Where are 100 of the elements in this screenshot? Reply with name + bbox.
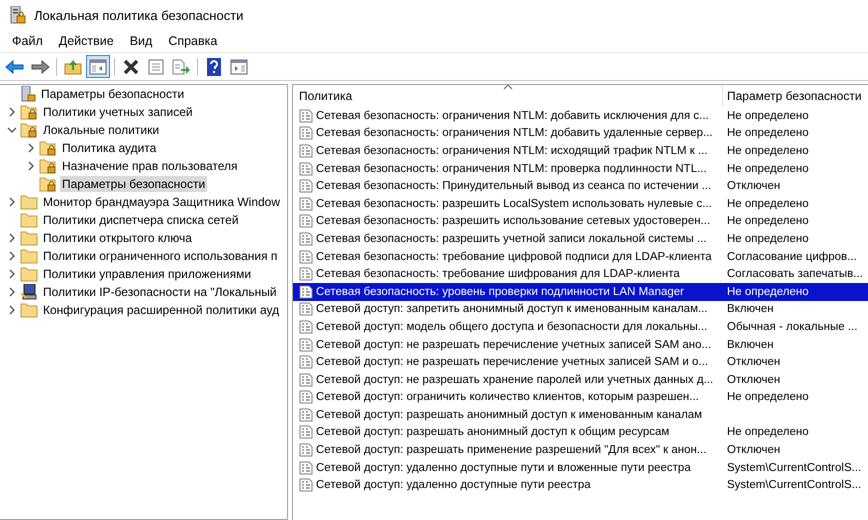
expand-chevron-icon[interactable]	[28, 161, 34, 171]
policy-icon	[299, 144, 313, 158]
menu-item[interactable]: Справка	[160, 34, 226, 48]
policy-icon	[299, 267, 313, 282]
policy-name: Сетевой доступ: не разрешать перечисление учетных записей SAM и о...	[316, 356, 708, 368]
table-row[interactable]: Сетевая безопасность: ограничения NTLM: проверка подлинности NTL... Не определено	[293, 160, 868, 178]
locked-folder-icon	[39, 176, 57, 192]
policy-setting: System\CurrentControlS...	[727, 479, 862, 492]
tree-item[interactable]: Локальные политики	[41, 122, 162, 138]
policy-name: Сетевой доступ: не разрешать перечисление учетных записей SAM ано...	[316, 338, 712, 351]
menu-item[interactable]: Файл	[4, 34, 51, 48]
tree-item[interactable]: Монитор брандмауэра Защитника Window	[41, 194, 282, 210]
policy-setting: Не определено	[727, 215, 809, 228]
locked-folder-icon	[20, 104, 38, 120]
table-row[interactable]: Сетевая безопасность: разрешить LocalSystem использовать нулевые с... Не определено	[293, 194, 868, 213]
table-row[interactable]: Сетевой доступ: не разрешать перечисление учетных записей SAM ано... Включен	[293, 336, 868, 354]
expand-chevron-icon[interactable]	[9, 251, 15, 261]
column-header[interactable]: Политика	[293, 85, 723, 107]
policy-setting: Не определено	[727, 426, 809, 438]
policy-icon	[299, 108, 313, 123]
policy-setting: Не определено	[727, 110, 809, 122]
policy-icon	[299, 460, 313, 475]
table-row[interactable]: Сетевая безопасность: Принудительный вывод из сеанса по истечении ... Отключен	[293, 177, 868, 195]
policy-setting: Не определено	[727, 162, 809, 175]
policy-name: Сетевая безопасность: требование шифрования для LDAP-клиента	[316, 268, 680, 280]
table-row[interactable]: Сетевая безопасность: ограничения NTLM: добавить исключения для с... Не определено	[293, 107, 868, 125]
expand-chevron-icon[interactable]	[9, 269, 15, 279]
expand-chevron-icon[interactable]	[9, 197, 15, 207]
table-row[interactable]: Сетевой доступ: не разрешать перечисление учетных записей SAM и о... Отключен	[293, 353, 868, 371]
tree-item[interactable]: Назначение прав пользователя	[60, 158, 240, 174]
table-row[interactable]: Сетевой доступ: ограничить количество клиентов, которым разрешен... Не определено	[293, 388, 868, 406]
policy-name: Сетевая безопасность: Принудительный вывод из сеанса по истечении ...	[316, 180, 712, 192]
tree-item[interactable]: Политики ограниченного использования п	[41, 248, 280, 264]
expand-chevron-icon[interactable]	[28, 143, 34, 153]
policy-name: Сетевая безопасность: требование цифровой подписи для LDAP-клиента	[316, 250, 712, 263]
locked-folder-icon	[20, 122, 38, 138]
table-row[interactable]: Сетевая безопасность: требование шифрования для LDAP-клиента Согласовать запечатыв...	[293, 265, 868, 283]
table-row[interactable]: Сетевой доступ: разрешать анонимный доступ к общим ресурсам Не определено	[293, 424, 868, 442]
policy-name: Сетевой доступ: не разрешать хранение паролей или учетных данных д...	[316, 374, 714, 386]
table-row[interactable]: Сетевая безопасность: ограничения NTLM: исходящий трафик NTLM к ... Не определено	[293, 142, 868, 160]
policy-icon	[299, 232, 313, 246]
table-row[interactable]: Сетевой доступ: не разрешать хранение паролей или учетных данных д... Отключен	[293, 370, 868, 388]
table-row[interactable]: Сетевой доступ: разрешать анонимный доступ к именованным каналам	[293, 406, 868, 424]
policy-icon	[299, 408, 313, 422]
policy-icon	[299, 443, 313, 458]
policy-icon	[299, 390, 313, 404]
policy-name: Сетевая безопасность: уровень проверки подлинности LAN Manager	[316, 286, 684, 298]
policy-name: Сетевой доступ: модель общего доступа и безопасности для локальны...	[316, 320, 708, 333]
policy-icon	[299, 302, 313, 316]
security-settings-icon	[20, 86, 36, 102]
policy-icon	[299, 355, 313, 370]
table-row[interactable]: Сетевой доступ: модель общего доступа и безопасности для локальны... Обычная - локальные ...	[293, 318, 868, 336]
menu-item[interactable]: Вид	[122, 34, 160, 48]
policy-icon	[299, 126, 313, 140]
tree-item[interactable]: Политики открытого ключа	[41, 230, 194, 246]
policy-setting: Отключен	[727, 356, 780, 368]
collapse-chevron-icon[interactable]	[7, 127, 17, 133]
tree-item[interactable]: Политики управления приложениями	[41, 266, 254, 282]
policy-name: Сетевой доступ: разрешать анонимный доступ к общим ресурсам	[316, 426, 670, 438]
expand-chevron-icon[interactable]	[9, 107, 15, 117]
policy-icon	[299, 320, 313, 334]
tree-item[interactable]: Конфигурация расширенной политики ауд	[41, 302, 282, 318]
policy-icon	[299, 196, 313, 211]
menu-item[interactable]: Действие	[50, 34, 122, 48]
computer-icon	[20, 284, 38, 300]
policy-setting: Не определено	[727, 198, 809, 210]
policy-icon	[299, 338, 313, 352]
tree-item[interactable]: Политики диспетчера списка сетей	[41, 212, 241, 228]
policy-name: Сетевой доступ: разрешать анонимный доступ к именованным каналам	[316, 408, 702, 421]
policy-name: Сетевая безопасность: разрешить LocalSystem использовать нулевые с...	[316, 198, 712, 210]
table-row[interactable]: Сетевой доступ: разрешать применение разрешений "Для всех" к анон... Отключен	[293, 441, 868, 459]
policy-setting: Не определено	[727, 127, 809, 140]
table-row[interactable]: Сетевая безопасность: разрешить учетной записи локальной системы ... Не определено	[293, 230, 868, 248]
table-row[interactable]: Сетевая безопасность: требование цифровой подписи для LDAP-клиента Согласование цифров...	[293, 248, 868, 266]
expand-chevron-icon[interactable]	[9, 233, 15, 243]
tree-item[interactable]: Параметры безопасности	[60, 176, 208, 192]
tree-item[interactable]: Политики IP-безопасности на "Локальный	[41, 284, 279, 300]
tree-toggle-button[interactable]	[86, 55, 110, 78]
folder-icon	[20, 212, 38, 228]
table-row[interactable]: Сетевая безопасность: разрешить использование сетевых удостоверен... Не определено	[293, 212, 868, 230]
expand-chevron-icon[interactable]	[9, 287, 15, 297]
tree-item[interactable]: Параметры безопасности	[39, 86, 186, 102]
expand-chevron-icon[interactable]	[9, 305, 15, 315]
policy-setting: Включен	[727, 303, 774, 316]
table-row[interactable]: Сетевой доступ: удаленно доступные пути и вложенные пути реестра System\CurrentControlS...	[293, 458, 868, 476]
tree-item[interactable]: Политика аудита	[60, 140, 158, 156]
table-row[interactable]: Сетевой доступ: удаленно доступные пути реестра System\CurrentControlS...	[293, 476, 868, 494]
policy-icon	[299, 284, 313, 299]
policy-name: Сетевая безопасность: разрешить использование сетевых удостоверен...	[316, 215, 710, 228]
policy-name: Сетевая безопасность: ограничения NTLM: исходящий трафик NTLM к ...	[316, 144, 708, 157]
policy-setting: Обычная - локальные ...	[727, 320, 858, 333]
tree-item[interactable]: Политики учетных записей	[41, 104, 195, 120]
policy-setting: Отключен	[727, 444, 780, 456]
policy-name: Сетевой доступ: удаленно доступные пути и вложенные пути реестра	[316, 462, 691, 474]
policy-icon	[299, 478, 313, 492]
window-title: Локальная политика безопасности	[34, 8, 244, 22]
table-row[interactable]: Сетевая безопасность: ограничения NTLM: добавить удаленные сервер... Не определено	[293, 124, 868, 142]
table-row[interactable]: Сетевая безопасность: уровень проверки подлинности LAN Manager Не определено	[293, 282, 868, 301]
table-row[interactable]: Сетевой доступ: запретить анонимный доступ к именованным каналам... Включен	[293, 300, 868, 318]
column-header[interactable]: Параметр безопасности	[727, 89, 862, 103]
